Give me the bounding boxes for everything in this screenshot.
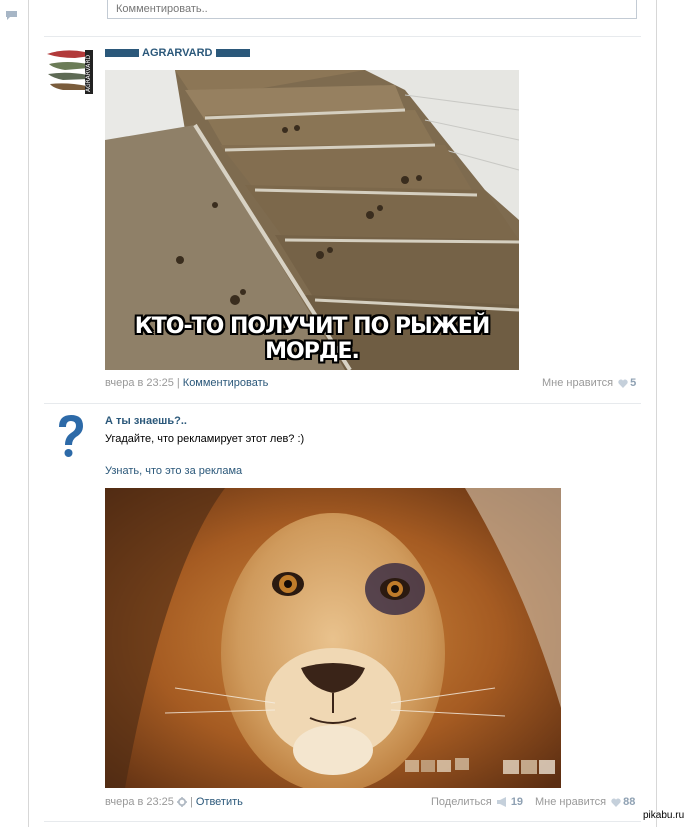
post-meta: вчера в 23:25 | Комментировать: [105, 377, 269, 389]
redaction-block: [105, 49, 139, 58]
reply-link[interactable]: Ответить: [196, 796, 243, 808]
megaphone-icon: [496, 797, 506, 808]
right-rail: [656, 0, 657, 827]
question-icon[interactable]: [45, 411, 95, 461]
gear-icon[interactable]: [176, 797, 187, 808]
post-time[interactable]: вчера в 23:25: [105, 796, 174, 808]
chat-bubble-icon[interactable]: [6, 11, 17, 20]
like-button[interactable]: Мне нравится 5: [542, 377, 636, 389]
comment-input-placeholder: Комментировать..: [116, 3, 208, 15]
like-button[interactable]: Мне нравится 88: [535, 796, 635, 808]
share-label: Поделиться: [431, 796, 492, 808]
post-divider: [44, 403, 641, 404]
svg-text:AGRARVARD: AGRARVARD: [85, 54, 92, 92]
heart-icon: [618, 379, 628, 388]
redaction-block: [215, 49, 250, 58]
post-author[interactable]: AGRARVARD: [105, 47, 253, 59]
comment-input[interactable]: Комментировать..: [107, 0, 637, 19]
watermark: pikabu.ru: [643, 810, 685, 821]
post-divider: [44, 821, 641, 822]
like-label: Мне нравится: [542, 377, 614, 389]
like-label: Мне нравится: [535, 796, 607, 808]
post-author[interactable]: А ты знаешь?..: [105, 415, 187, 427]
author-name[interactable]: AGRARVARD: [142, 47, 213, 59]
like-count: 88: [623, 796, 636, 808]
ad-link[interactable]: Узнать, что это за реклама: [105, 465, 242, 477]
heart-icon: [611, 798, 621, 807]
share-button[interactable]: Поделиться 19: [431, 796, 523, 808]
post-text: Угадайте, что рекламирует этот лев? :): [105, 433, 305, 445]
post-meta: вчера в 23:25 | Ответить: [105, 796, 243, 808]
left-rail: [28, 0, 29, 827]
post-image[interactable]: [105, 488, 561, 788]
post-time[interactable]: вчера в 23:25: [105, 377, 174, 389]
share-count: 19: [510, 796, 524, 808]
post-divider: [44, 36, 641, 37]
avatar[interactable]: AGRARVARD: [45, 46, 95, 96]
like-count: 5: [630, 377, 637, 389]
meme-caption: КТО-ТО ПОЛУЧИТ ПО РЫЖЕЙ МОРДЕ.: [134, 314, 490, 364]
comment-link[interactable]: Комментировать: [183, 377, 269, 389]
post-image[interactable]: КТО-ТО ПОЛУЧИТ ПО РЫЖЕЙ МОРДЕ.: [105, 70, 519, 370]
